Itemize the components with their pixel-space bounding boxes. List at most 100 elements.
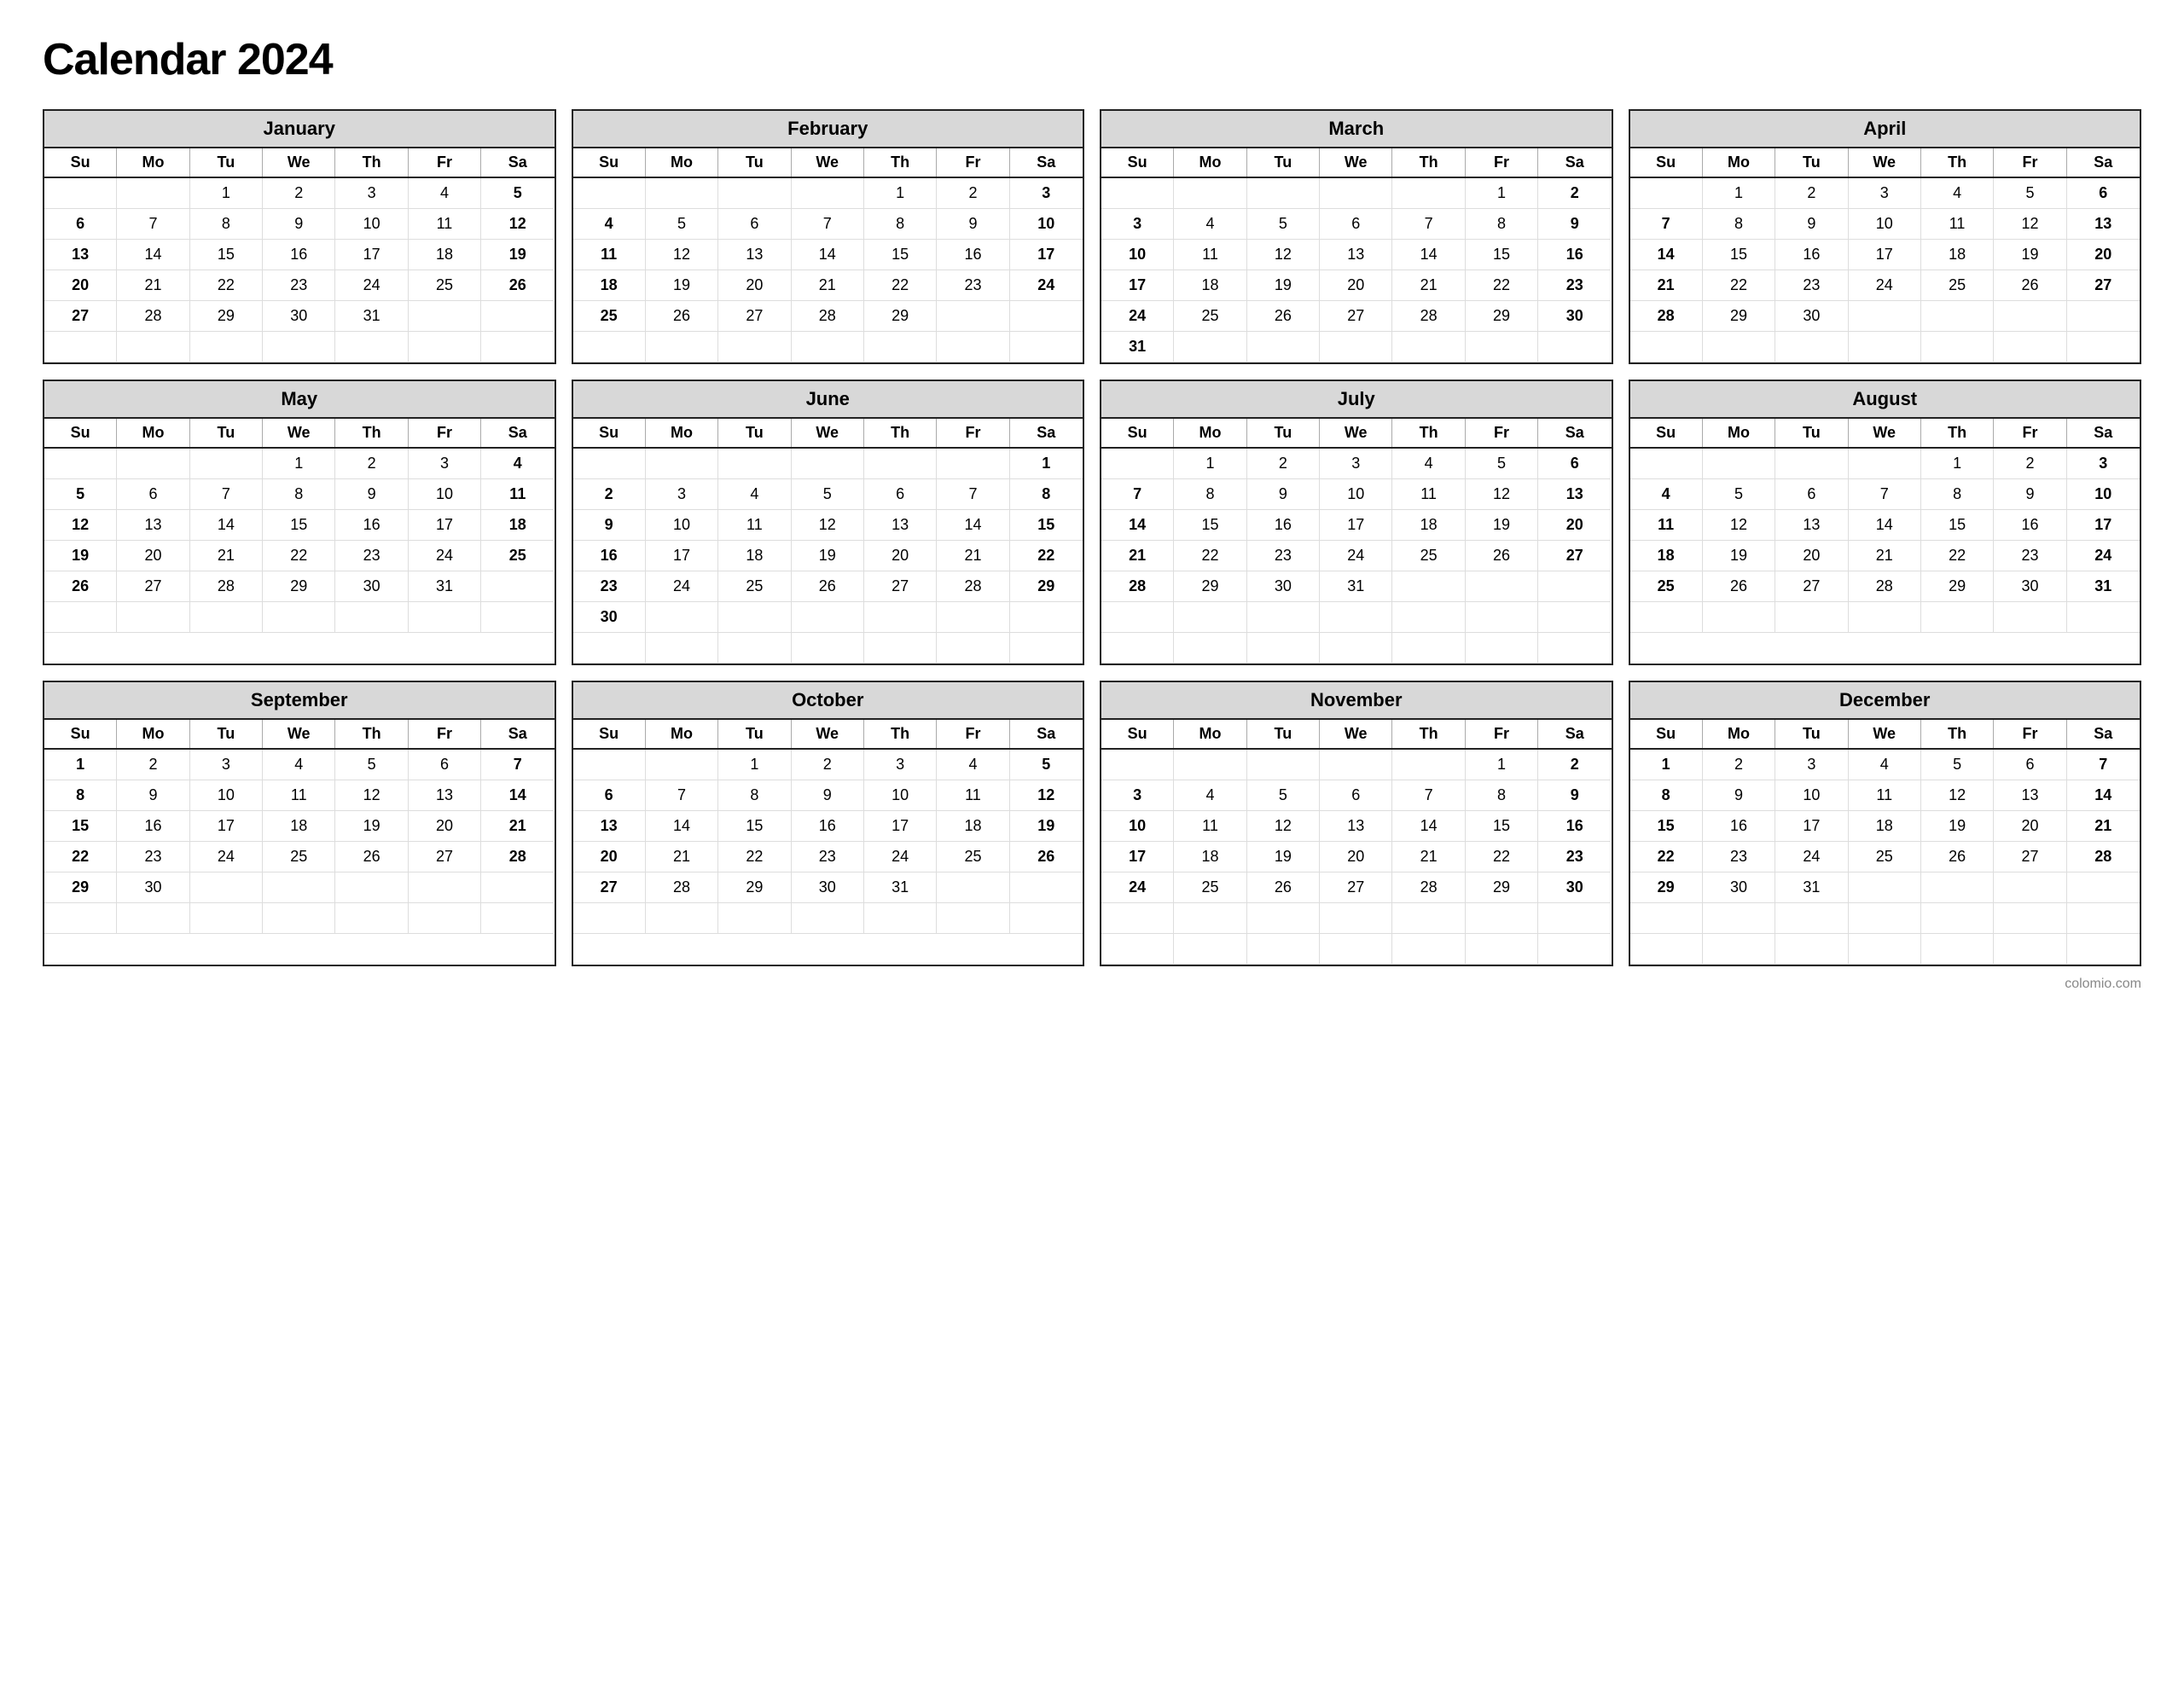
day-cell: 22 <box>1703 270 1775 301</box>
day-cell <box>1921 602 1994 633</box>
day-header-we: We <box>263 419 335 447</box>
day-cell: 12 <box>1466 479 1538 510</box>
month-block-august: AugustSuMoTuWeThFrSa12345678910111213141… <box>1629 380 2142 665</box>
day-headers: SuMoTuWeThFrSa <box>1630 419 2140 449</box>
day-cell <box>481 903 554 934</box>
day-cell: 30 <box>1775 301 1848 332</box>
day-cell <box>1849 602 1921 633</box>
day-cell <box>44 903 117 934</box>
day-cell: 18 <box>1392 510 1465 541</box>
day-cell <box>937 301 1009 332</box>
day-cell: 6 <box>1538 449 1611 479</box>
day-header-su: Su <box>44 419 117 447</box>
day-cell: 29 <box>864 301 937 332</box>
day-cell <box>1849 903 1921 934</box>
day-cell: 6 <box>409 750 481 780</box>
day-cell <box>1010 301 1083 332</box>
day-cell <box>409 872 481 903</box>
day-cell: 15 <box>263 510 335 541</box>
day-cell: 15 <box>1466 240 1538 270</box>
day-cell: 14 <box>646 811 718 842</box>
day-header-fr: Fr <box>409 720 481 748</box>
day-cell: 23 <box>573 571 646 602</box>
day-cell <box>335 903 408 934</box>
day-cell <box>792 178 864 209</box>
day-cell: 9 <box>263 209 335 240</box>
day-cell: 1 <box>190 178 263 209</box>
month-title: October <box>573 682 1083 720</box>
day-cell: 30 <box>1703 872 1775 903</box>
day-cell <box>117 449 189 479</box>
day-header-we: We <box>1320 720 1392 748</box>
day-cell <box>1392 750 1465 780</box>
day-header-fr: Fr <box>409 419 481 447</box>
day-cell <box>263 872 335 903</box>
day-cell: 23 <box>1538 842 1611 872</box>
day-cell <box>1994 903 2066 934</box>
day-cell <box>117 903 189 934</box>
day-cell <box>190 872 263 903</box>
month-block-may: MaySuMoTuWeThFrSa12345678910111213141516… <box>43 380 556 665</box>
day-header-su: Su <box>1101 419 1174 447</box>
day-cell: 23 <box>1538 270 1611 301</box>
day-header-su: Su <box>1630 148 1703 177</box>
day-cell: 23 <box>792 842 864 872</box>
day-header-sa: Sa <box>481 419 554 447</box>
day-cell: 20 <box>44 270 117 301</box>
day-cell <box>1010 872 1083 903</box>
days-grid: 1234567891011121314151617181920212223242… <box>1630 750 2140 965</box>
day-cell: 15 <box>1630 811 1703 842</box>
day-headers: SuMoTuWeThFrSa <box>573 419 1083 449</box>
day-cell: 21 <box>792 270 864 301</box>
day-cell: 7 <box>646 780 718 811</box>
day-cell <box>2067 301 2140 332</box>
day-header-sa: Sa <box>1010 419 1083 447</box>
day-cell: 23 <box>1775 270 1848 301</box>
day-cell: 31 <box>409 571 481 602</box>
day-cell <box>1921 872 1994 903</box>
month-title: November <box>1101 682 1612 720</box>
day-cell: 11 <box>1630 510 1703 541</box>
day-header-mo: Mo <box>1703 720 1775 748</box>
day-cell <box>1466 571 1538 602</box>
day-cell <box>1101 449 1174 479</box>
day-cell <box>409 903 481 934</box>
day-cell: 13 <box>1320 811 1392 842</box>
day-cell: 28 <box>792 301 864 332</box>
day-cell <box>190 332 263 362</box>
day-cell <box>1247 934 1320 965</box>
day-cell <box>1101 903 1174 934</box>
day-header-fr: Fr <box>409 148 481 177</box>
day-cell: 11 <box>718 510 791 541</box>
day-cell <box>1010 332 1083 362</box>
day-cell: 25 <box>1849 842 1921 872</box>
day-cell: 17 <box>1101 842 1174 872</box>
day-cell <box>1247 178 1320 209</box>
day-cell: 3 <box>190 750 263 780</box>
day-cell <box>1775 934 1848 965</box>
day-cell: 4 <box>573 209 646 240</box>
day-cell: 5 <box>335 750 408 780</box>
day-cell: 13 <box>1775 510 1848 541</box>
day-cell <box>481 332 554 362</box>
day-cell: 20 <box>1994 811 2066 842</box>
day-header-tu: Tu <box>1775 720 1848 748</box>
day-cell <box>646 633 718 664</box>
day-cell: 12 <box>44 510 117 541</box>
day-cell <box>1775 602 1848 633</box>
day-cell: 6 <box>1775 479 1848 510</box>
day-cell: 24 <box>1101 301 1174 332</box>
month-block-june: JuneSuMoTuWeThFrSa1234567891011121314151… <box>572 380 1085 665</box>
day-cell: 3 <box>1849 178 1921 209</box>
day-cell: 21 <box>1101 541 1174 571</box>
day-cell <box>481 602 554 633</box>
day-cell <box>792 633 864 664</box>
day-header-fr: Fr <box>1466 419 1538 447</box>
day-cell: 15 <box>1703 240 1775 270</box>
day-cell: 16 <box>263 240 335 270</box>
day-cell: 29 <box>1466 301 1538 332</box>
day-cell: 7 <box>190 479 263 510</box>
day-cell: 7 <box>1849 479 1921 510</box>
day-cell <box>1538 571 1611 602</box>
days-grid: 1234567891011121314151617181920212223242… <box>1630 449 2140 633</box>
